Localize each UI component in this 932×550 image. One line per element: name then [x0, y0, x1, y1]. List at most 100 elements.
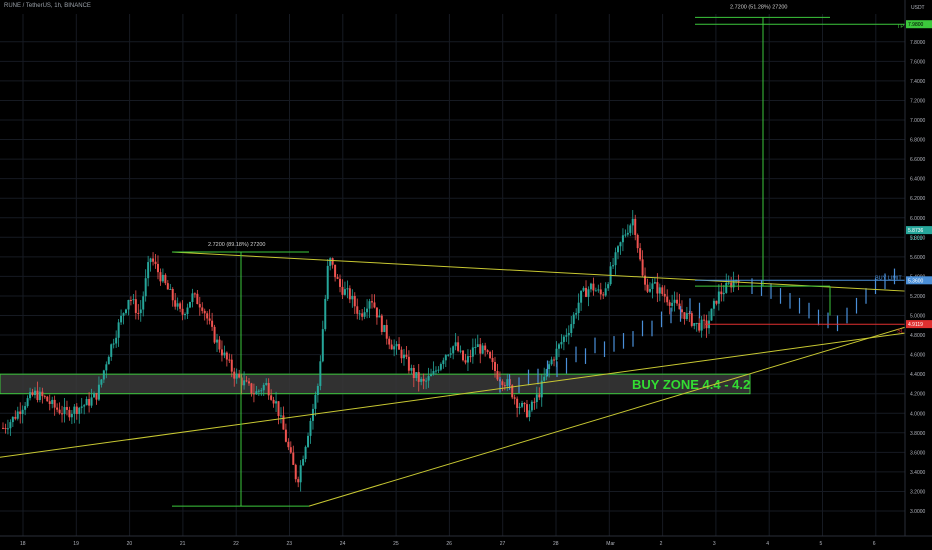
candle-body — [348, 288, 351, 300]
candle-body — [572, 314, 575, 325]
candle-body — [698, 322, 701, 331]
candle-body — [646, 284, 649, 292]
candle-body — [260, 390, 263, 392]
candle-body — [437, 369, 440, 371]
candle-body — [589, 283, 592, 290]
candle-body — [316, 385, 319, 395]
candle-body — [720, 291, 723, 295]
candle-body — [63, 407, 66, 415]
candle-body — [594, 290, 597, 292]
candle-body — [26, 398, 29, 407]
candle-body — [671, 302, 674, 306]
candle-body — [651, 283, 654, 290]
candle-body — [656, 282, 659, 294]
candle-body — [46, 396, 49, 402]
candle-body — [184, 314, 187, 316]
candle-body — [299, 465, 302, 483]
candle-body — [715, 300, 718, 304]
candle-body — [343, 289, 346, 295]
candle-body — [405, 354, 408, 357]
candle-body — [599, 289, 602, 295]
price-tick: 3.2000 — [910, 489, 926, 495]
candle-body — [693, 323, 696, 326]
candle-body — [476, 344, 479, 348]
price-tick: 4.2000 — [910, 392, 926, 398]
time-tick: 26 — [446, 541, 452, 547]
candle-body — [417, 372, 420, 382]
chart-svg[interactable]: BUY ZONE 4.4 - 4.2 2.7200 (89.18%) 27200… — [0, 0, 932, 550]
candle-body — [41, 391, 44, 397]
candle-body — [501, 381, 504, 386]
candle-body — [597, 289, 600, 291]
candle-body — [412, 367, 415, 379]
price-tick: 5.0000 — [910, 314, 926, 320]
candle-body — [602, 294, 605, 296]
candle-body — [336, 277, 339, 279]
candle-body — [712, 300, 715, 309]
candle-body — [700, 319, 703, 331]
candles — [2, 210, 896, 492]
candle-body — [641, 259, 644, 276]
candle-body — [307, 435, 310, 447]
candle-body — [661, 287, 664, 294]
candle-body — [585, 287, 588, 297]
candle-body — [6, 428, 9, 430]
candle-body — [680, 309, 683, 313]
candle-body — [727, 282, 730, 284]
candle-body — [2, 427, 4, 429]
candle-body — [525, 404, 528, 418]
price-tick: 4.8000 — [910, 333, 926, 339]
candle-body — [339, 278, 342, 287]
candle-body — [218, 339, 221, 350]
candle-body — [420, 378, 423, 382]
candle-body — [358, 313, 361, 315]
candle-body — [137, 312, 140, 314]
price-tick: 4.6000 — [910, 353, 926, 359]
candle-body — [21, 409, 24, 415]
candle-body — [100, 379, 103, 385]
candle-body — [309, 420, 312, 436]
candle-body — [61, 413, 64, 415]
candle-body — [329, 258, 332, 266]
candle-body — [410, 367, 413, 371]
candle-body — [292, 452, 295, 465]
candle-body — [156, 263, 159, 273]
candle-body — [154, 261, 157, 264]
candle-body — [530, 401, 533, 411]
candle-body — [361, 313, 364, 317]
candle-body — [53, 399, 56, 408]
candle-body — [543, 376, 546, 381]
price-tick: 6.0000 — [910, 216, 926, 222]
candle-body — [555, 348, 558, 360]
candle-body — [452, 346, 455, 354]
candle-body — [65, 407, 68, 410]
candle-body — [518, 406, 521, 408]
candle-body — [449, 353, 452, 355]
candle-body — [481, 345, 484, 354]
tag-current-sub: 21:53 — [910, 236, 923, 242]
candle-body — [334, 264, 337, 278]
candle-body — [442, 360, 445, 365]
candle-body — [250, 383, 253, 394]
candle-body — [311, 408, 314, 421]
candle-body — [181, 308, 184, 315]
candle-body — [653, 282, 656, 284]
candle-body — [553, 359, 556, 361]
candle-body — [432, 371, 435, 375]
candle-body — [220, 349, 223, 356]
candle-body — [73, 406, 76, 414]
candle-body — [375, 307, 378, 318]
tp-label: TP — [897, 24, 904, 30]
candle-body — [152, 258, 155, 262]
candle-body — [284, 429, 287, 442]
time-tick: 3 — [713, 541, 716, 547]
candle-body — [139, 309, 142, 314]
candle-body — [279, 415, 282, 417]
measure-left-label: 2.7200 (89.18%) 27200 — [208, 242, 266, 248]
time-tick: 23 — [287, 541, 293, 547]
price-tick: 3.6000 — [910, 450, 926, 456]
candle-body — [289, 447, 292, 453]
candle-body — [479, 344, 482, 354]
candle-body — [201, 307, 204, 311]
candle-body — [282, 415, 285, 430]
